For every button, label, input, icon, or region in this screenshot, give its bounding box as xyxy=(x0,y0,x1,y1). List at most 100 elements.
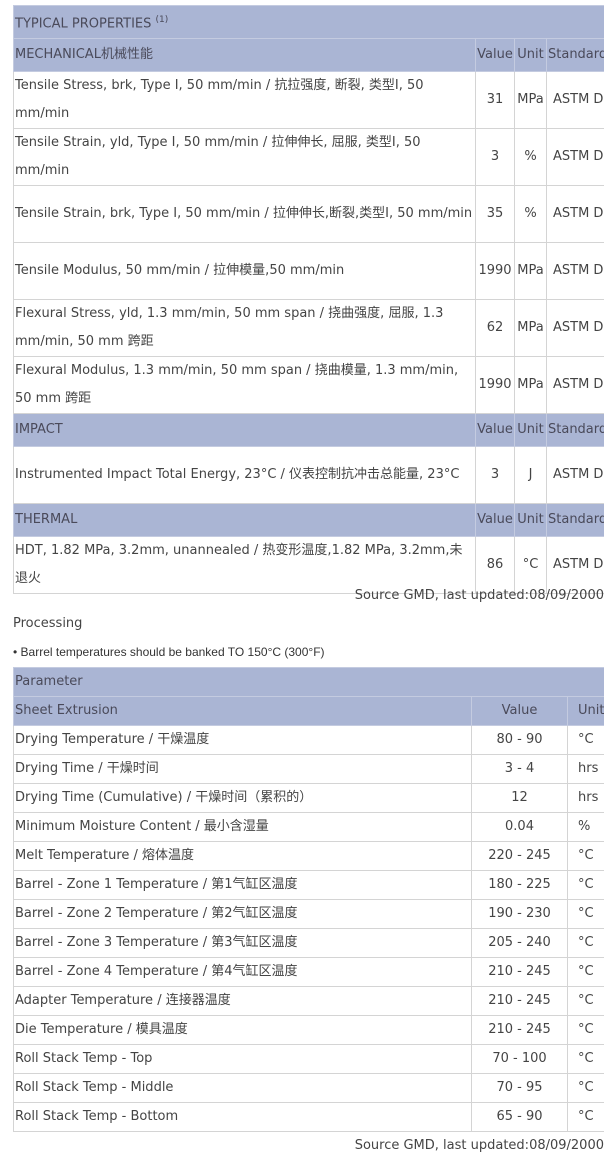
property-standard: ASTM D 638 xyxy=(545,71,604,129)
parameter-value: 180 - 225 xyxy=(471,870,568,900)
property-standard: ASTM D 790 xyxy=(545,356,604,414)
property-name: Flexural Modulus, 1.3 mm/min, 50 mm span… xyxy=(13,356,476,414)
property-standard: ASTM D 638 xyxy=(545,185,604,243)
property-standard: ASTM D 790 xyxy=(545,299,604,357)
footnote-marker: (1) xyxy=(155,14,169,25)
property-value: 86 xyxy=(475,536,515,594)
property-value: 3 xyxy=(475,446,515,504)
parameter-header-row: Parameter xyxy=(12,667,604,697)
property-standard: ASTM D 3763 xyxy=(545,446,604,504)
parameter-value: 80 - 90 xyxy=(471,725,568,755)
parameter-unit: °C xyxy=(566,1073,604,1103)
parameter-unit: % xyxy=(566,812,604,842)
property-name: HDT, 1.82 MPa, 3.2mm, unannealed / 热变形温度… xyxy=(13,536,476,594)
property-value: 3 xyxy=(475,128,515,186)
parameter-value: 0.04 xyxy=(471,812,568,842)
column-header-unit: Unit xyxy=(514,38,547,72)
parameter-unit: hrs xyxy=(566,783,604,813)
table-row: Barrel - Zone 1 Temperature / 第1气缸区温度 180… xyxy=(13,870,604,900)
parameter-unit: °C xyxy=(566,1044,604,1074)
property-value: 1990 xyxy=(475,356,515,414)
parameter-value: 65 - 90 xyxy=(471,1102,568,1132)
table-row: Roll Stack Temp - Bottom 65 - 90 °C xyxy=(13,1102,604,1132)
section-heading: IMPACT xyxy=(13,413,476,447)
parameter-value: 210 - 245 xyxy=(471,957,568,987)
table-row: Minimum Moisture Content / 最小含湿量 0.04% xyxy=(13,812,604,842)
property-unit: MPa xyxy=(514,299,547,357)
property-value: 62 xyxy=(475,299,515,357)
properties-source-note: Source GMD, last updated:08/09/2000 xyxy=(354,588,604,603)
parameter-name: Barrel - Zone 4 Temperature / 第4气缸区温度 xyxy=(13,957,472,987)
table-row: Tensile Strain, yld, Type I, 50 mm/min /… xyxy=(13,128,604,186)
section-header-row: IMPACT Value Unit Standard xyxy=(13,413,604,447)
column-header-value: Value xyxy=(475,413,515,447)
table-row: HDT, 1.82 MPa, 3.2mm, unannealed / 热变形温度… xyxy=(13,536,604,594)
table-row: Barrel - Zone 2 Temperature / 第2气缸区温度 190… xyxy=(13,899,604,929)
section-header-row: THERMAL Value Unit Standard xyxy=(13,503,604,537)
parameter-value: 12 xyxy=(471,783,568,813)
parameter-unit: °C xyxy=(566,928,604,958)
parameter-name: Adapter Temperature / 连接器温度 xyxy=(13,986,472,1016)
column-header-unit: Unit xyxy=(514,503,547,537)
column-header-unit: Unit xyxy=(514,413,547,447)
table-row: Roll Stack Temp - Middle 70 - 95 °C xyxy=(13,1073,604,1103)
parameter-name: Barrel - Zone 1 Temperature / 第1气缸区温度 xyxy=(13,870,472,900)
typical-properties-table: TYPICAL PROPERTIES (1) MECHANICAL机械性能 Valu… xyxy=(12,5,604,594)
parameter-name: Drying Temperature / 干燥温度 xyxy=(13,725,472,755)
parameter-value: 210 - 245 xyxy=(471,1015,568,1045)
parameter-value: 210 - 245 xyxy=(471,986,568,1016)
processing-source-note: Source GMD, last updated:08/09/2000 xyxy=(354,1138,604,1153)
parameter-name: Die Temperature / 模具温度 xyxy=(13,1015,472,1045)
parameter-name: Roll Stack Temp - Middle xyxy=(13,1073,472,1103)
table-row: Tensile Strain, brk, Type I, 50 mm/min /… xyxy=(13,185,604,243)
table-row: Flexural Modulus, 1.3 mm/min, 50 mm span… xyxy=(13,356,604,414)
parameter-unit: °C xyxy=(566,1102,604,1132)
processing-title: Processing xyxy=(13,616,83,631)
section-heading: MECHANICAL机械性能 xyxy=(13,38,476,72)
section-header-row: Sheet Extrusion Value Unit xyxy=(13,696,604,726)
table-row: Drying Temperature / 干燥温度 80 - 90 °C xyxy=(13,725,604,755)
parameter-unit: °C xyxy=(566,899,604,929)
column-header-value: Value xyxy=(471,696,568,726)
property-standard: ASTM D 648 xyxy=(545,536,604,594)
parameter-name: Barrel - Zone 3 Temperature / 第3气缸区温度 xyxy=(13,928,472,958)
property-unit: MPa xyxy=(514,242,547,300)
processing-table: Parameter Sheet Extrusion Value Unit Drying … xyxy=(12,667,604,1132)
table-row: Barrel - Zone 3 Temperature / 第3气缸区温度 205… xyxy=(13,928,604,958)
parameter-unit: °C xyxy=(566,1015,604,1045)
property-name: Tensile Modulus, 50 mm/min / 拉伸模量,50 mm/… xyxy=(13,242,476,300)
column-header-unit: Unit xyxy=(566,696,604,726)
table-title: TYPICAL PROPERTIES (1) xyxy=(12,5,604,39)
parameter-unit: °C xyxy=(566,986,604,1016)
parameter-value: 70 - 95 xyxy=(471,1073,568,1103)
parameter-unit: °C xyxy=(566,725,604,755)
property-value: 1990 xyxy=(475,242,515,300)
table-title-text: TYPICAL PROPERTIES xyxy=(15,16,152,32)
parameter-value: 205 - 240 xyxy=(471,928,568,958)
table-row: Drying Time (Cumulative) / 干燥时间（累积的） 12 hr… xyxy=(13,783,604,813)
table-row: Melt Temperature / 熔体温度 220 - 245 °C xyxy=(13,841,604,871)
property-unit: % xyxy=(514,185,547,243)
property-name: Tensile Strain, yld, Type I, 50 mm/min /… xyxy=(13,128,476,186)
parameter-unit: °C xyxy=(566,841,604,871)
parameter-heading: Parameter xyxy=(12,667,604,697)
table-row: Tensile Modulus, 50 mm/min / 拉伸模量,50 mm/… xyxy=(13,242,604,300)
section-heading: Sheet Extrusion xyxy=(13,696,472,726)
parameter-name: Roll Stack Temp - Bottom xyxy=(13,1102,472,1132)
property-unit: MPa xyxy=(514,71,547,129)
column-header-standard: Standard xyxy=(545,413,604,447)
property-name: Tensile Stress, brk, Type I, 50 mm/min /… xyxy=(13,71,476,129)
section-header-row: MECHANICAL机械性能 Value Unit Standard xyxy=(13,38,604,72)
parameter-name: Drying Time (Cumulative) / 干燥时间（累积的） xyxy=(13,783,472,813)
parameter-value: 3 - 4 xyxy=(471,754,568,784)
table-row: Barrel - Zone 4 Temperature / 第4气缸区温度 210… xyxy=(13,957,604,987)
column-header-value: Value xyxy=(475,38,515,72)
column-header-value: Value xyxy=(475,503,515,537)
parameter-name: Minimum Moisture Content / 最小含湿量 xyxy=(13,812,472,842)
table-title-row: TYPICAL PROPERTIES (1) xyxy=(12,5,604,39)
processing-note: • Barrel temperatures should be banked T… xyxy=(13,645,325,659)
parameter-name: Barrel - Zone 2 Temperature / 第2气缸区温度 xyxy=(13,899,472,929)
property-unit: J xyxy=(514,446,547,504)
parameter-name: Roll Stack Temp - Top xyxy=(13,1044,472,1074)
property-unit: MPa xyxy=(514,356,547,414)
